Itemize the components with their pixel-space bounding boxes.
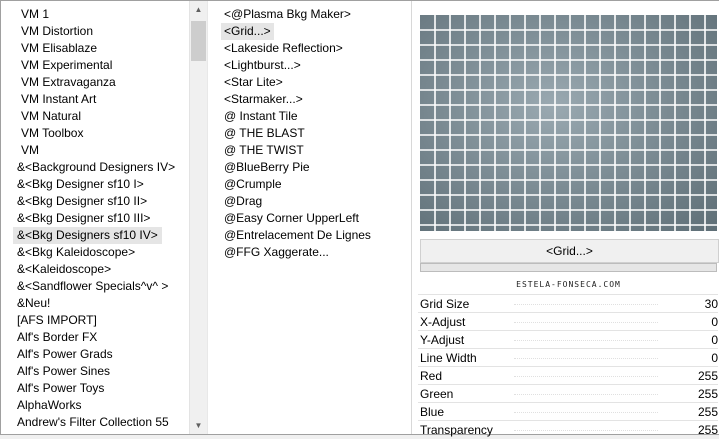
param-value[interactable]: 0 — [711, 313, 718, 331]
filter-dialog: VM 1 VM Distortion VM Elisablaze VM Expe… — [0, 0, 719, 437]
param-label: Grid Size — [420, 297, 470, 311]
param-slider-track[interactable] — [514, 304, 658, 306]
param-blue[interactable]: Blue 255 — [418, 402, 718, 421]
category-item[interactable]: VM Toolbox — [17, 125, 87, 142]
scrollbar-thumb[interactable] — [191, 21, 206, 61]
filter-name-button[interactable]: <Grid...> — [420, 239, 719, 263]
param-value[interactable]: 255 — [698, 421, 718, 439]
filter-item[interactable]: @Entrelacement De Lignes — [221, 227, 374, 244]
category-item-selected[interactable]: &<Bkg Designers sf10 IV> — [13, 227, 162, 244]
param-value[interactable]: 255 — [698, 403, 718, 421]
credit-watermark: ESTELA-FONSECA.COM — [516, 280, 621, 289]
filter-item[interactable]: @ Instant Tile — [221, 108, 301, 125]
param-slider-track[interactable] — [514, 412, 658, 414]
param-slider-track[interactable] — [514, 340, 658, 342]
filter-item[interactable]: @ THE BLAST — [221, 125, 308, 142]
category-item[interactable]: Alf's Power Grads — [13, 346, 117, 363]
filter-item[interactable]: @BlueBerry Pie — [221, 159, 313, 176]
filter-item[interactable]: @FFG Xaggerate... — [221, 244, 332, 261]
category-item[interactable]: Alf's Border FX — [13, 329, 101, 346]
filter-item[interactable]: @Crumple — [221, 176, 285, 193]
param-value[interactable]: 0 — [711, 349, 718, 367]
filter-list[interactable]: <@Plasma Bkg Maker> <Grid...> <Lakeside … — [207, 1, 411, 434]
param-slider-track[interactable] — [514, 394, 658, 396]
category-item[interactable]: &<Bkg Kaleidoscope> — [13, 244, 139, 261]
category-item[interactable]: VM Natural — [17, 108, 85, 125]
param-value[interactable]: 0 — [711, 331, 718, 349]
filter-item[interactable]: @Easy Corner UpperLeft — [221, 210, 362, 227]
filter-settings-panel: <Grid...> ESTELA-FONSECA.COM Grid Size 3… — [411, 1, 719, 437]
category-item[interactable]: &<Bkg Designer sf10 II> — [13, 193, 151, 210]
category-item[interactable]: Alf's Power Sines — [13, 363, 114, 380]
category-item[interactable]: &Neu! — [13, 295, 54, 312]
param-label: Red — [420, 369, 443, 383]
category-item[interactable]: &<Background Designers IV> — [13, 159, 179, 176]
param-slider-track[interactable] — [514, 376, 658, 378]
param-value[interactable]: 30 — [705, 295, 718, 313]
category-item[interactable]: &<Kaleidoscope> — [13, 261, 115, 278]
param-label: Blue — [420, 405, 445, 419]
param-value[interactable]: 255 — [698, 367, 718, 385]
param-slider-track[interactable] — [514, 322, 658, 324]
category-item[interactable]: &<Sandflower Specials^v^ > — [13, 278, 172, 295]
scroll-up-arrow-icon[interactable]: ▲ — [190, 1, 207, 18]
category-item[interactable]: VM Instant Art — [17, 91, 100, 108]
filter-item[interactable]: <Starmaker...> — [221, 91, 306, 108]
category-item[interactable]: Alf's Power Toys — [13, 380, 108, 397]
filter-item[interactable]: <Star Lite> — [221, 74, 286, 91]
category-item[interactable]: VM Experimental — [17, 57, 116, 74]
filter-item[interactable]: <Lakeside Reflection> — [221, 40, 346, 57]
param-x-adjust[interactable]: X-Adjust 0 — [418, 312, 718, 331]
category-item[interactable]: AlphaWorks — [13, 397, 85, 414]
category-item[interactable]: VM Distortion — [17, 23, 97, 40]
filter-category-list[interactable]: VM 1 VM Distortion VM Elisablaze VM Expe… — [1, 1, 189, 434]
category-item[interactable]: VM Extravaganza — [17, 74, 120, 91]
filter-item[interactable]: <@Plasma Bkg Maker> — [221, 6, 354, 23]
category-item[interactable]: Andrew's Filter Collection 55 — [13, 414, 173, 431]
param-value[interactable]: 255 — [698, 385, 718, 403]
filter-item[interactable]: @Drag — [221, 193, 265, 210]
category-item[interactable]: VM 1 — [17, 6, 53, 23]
category-scrollbar[interactable]: ▲ ▼ — [189, 1, 207, 434]
param-slider-track[interactable] — [514, 430, 658, 432]
category-item[interactable]: VM Elisablaze — [17, 40, 101, 57]
param-line-width[interactable]: Line Width 0 — [418, 348, 718, 367]
filter-item-selected[interactable]: <Grid...> — [221, 23, 274, 40]
param-label: X-Adjust — [420, 315, 466, 329]
category-item[interactable]: &<Bkg Designer sf10 I> — [13, 176, 148, 193]
param-slider-track[interactable] — [514, 358, 658, 360]
filter-item[interactable]: <Lightburst...> — [221, 57, 304, 74]
param-transparency[interactable]: Transparency 255 — [418, 420, 718, 439]
param-label: Y-Adjust — [420, 333, 465, 347]
param-y-adjust[interactable]: Y-Adjust 0 — [418, 330, 718, 349]
param-label: Line Width — [420, 351, 477, 365]
category-item[interactable]: VM — [17, 142, 43, 159]
param-grid-size[interactable]: Grid Size 30 — [418, 294, 718, 313]
param-label: Transparency — [420, 423, 493, 437]
param-green[interactable]: Green 255 — [418, 384, 718, 403]
scroll-down-arrow-icon[interactable]: ▼ — [190, 417, 207, 434]
category-item[interactable]: &<Bkg Designer sf10 III> — [13, 210, 154, 227]
category-item[interactable]: [AFS IMPORT] — [13, 312, 101, 329]
param-label: Green — [420, 387, 454, 401]
progress-bar — [420, 263, 717, 272]
filter-preview — [420, 15, 717, 231]
filter-item[interactable]: @ THE TWIST — [221, 142, 307, 159]
param-red[interactable]: Red 255 — [418, 366, 718, 385]
grid-preview-lines — [420, 15, 717, 231]
